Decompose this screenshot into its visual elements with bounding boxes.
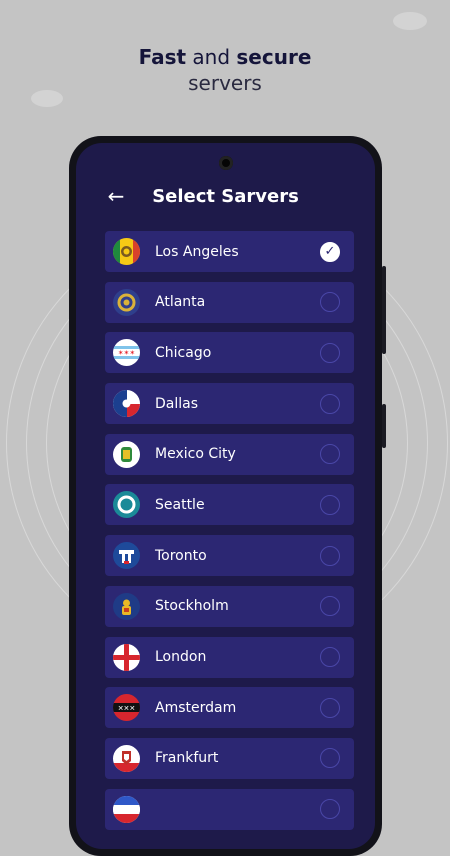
toronto-flag-icon (113, 542, 140, 570)
server-city-label: Chicago (155, 344, 212, 361)
server-city-label: Toronto (155, 547, 207, 564)
server-radio[interactable] (320, 697, 340, 718)
server-radio[interactable] (320, 748, 340, 769)
headline-word-fast: Fast (138, 45, 187, 69)
server-radio[interactable] (320, 647, 340, 667)
server-city-label: Frankfurt (155, 750, 219, 767)
server-item-london[interactable]: London (105, 636, 354, 678)
server-city-label: Seattle (155, 496, 205, 513)
phone-frame: ← Select Sarvers Los Angeles ✓ Atlanta ✶… (69, 136, 386, 856)
chicago-flag-icon: ✶✶✶ (113, 339, 140, 367)
server-item-chicago[interactable]: ✶✶✶ Chicago (105, 332, 354, 374)
server-item-dallas[interactable]: Dallas (105, 383, 354, 425)
phone-side-button (382, 266, 386, 354)
server-radio[interactable] (320, 545, 340, 566)
stockholm-flag-icon (113, 592, 140, 620)
server-item-amsterdam[interactable]: ✕✕✕ Amsterdam (105, 687, 354, 729)
server-radio[interactable] (320, 292, 340, 313)
server-radio-selected[interactable]: ✓ (320, 241, 340, 262)
headline-subline: servers (188, 71, 262, 95)
server-radio[interactable] (320, 444, 340, 465)
svg-text:✕✕✕: ✕✕✕ (118, 705, 136, 713)
svg-text:✶✶✶: ✶✶✶ (118, 349, 136, 357)
server-city-label: Atlanta (155, 294, 206, 311)
server-city-label: Amsterdam (155, 699, 237, 716)
server-item-frankfurt[interactable]: Frankfurt (105, 737, 354, 779)
checkmark-icon: ✓ (324, 244, 336, 259)
phone-side-button (382, 404, 386, 448)
server-city-label: Mexico City (155, 446, 236, 463)
cloud-decoration-top (393, 12, 427, 30)
server-city-label: Stockholm (155, 598, 229, 615)
server-radio[interactable] (320, 596, 340, 617)
server-item-stockholm[interactable]: Stockholm (105, 585, 354, 627)
atlanta-flag-icon (113, 288, 140, 316)
los-angeles-flag-icon (113, 238, 140, 265)
server-item-atlanta[interactable]: Atlanta (105, 281, 354, 323)
page-title: Select Sarvers (152, 186, 299, 207)
server-item-los-angeles[interactable]: Los Angeles ✓ (105, 231, 354, 272)
server-radio[interactable] (320, 393, 340, 414)
frankfurt-flag-icon (113, 744, 140, 772)
dallas-flag-icon (113, 390, 140, 418)
server-item-partial[interactable] (105, 788, 354, 830)
seattle-flag-icon (113, 491, 140, 519)
headline-connector: and (186, 45, 237, 69)
mexico-city-flag-icon (113, 440, 140, 468)
server-item-toronto[interactable]: Toronto (105, 535, 354, 577)
server-item-mexico-city[interactable]: Mexico City (105, 433, 354, 475)
server-radio[interactable] (320, 342, 340, 363)
server-city-label: Los Angeles (155, 243, 239, 260)
headline-word-secure: secure (236, 45, 312, 69)
camera-icon (219, 156, 233, 170)
server-list: Los Angeles ✓ Atlanta ✶✶✶ Chicago Dallas… (105, 231, 354, 839)
server-item-seattle[interactable]: Seattle (105, 484, 354, 526)
app-screen: ← Select Sarvers Los Angeles ✓ Atlanta ✶… (76, 143, 375, 849)
server-city-label: Dallas (155, 395, 199, 412)
server-radio[interactable] (320, 799, 340, 820)
server-city-label: London (155, 649, 207, 665)
london-flag-icon (113, 643, 140, 671)
server-radio[interactable] (320, 494, 340, 515)
headline: Fast and secure servers (0, 44, 450, 96)
amsterdam-flag-icon: ✕✕✕ (113, 694, 140, 722)
